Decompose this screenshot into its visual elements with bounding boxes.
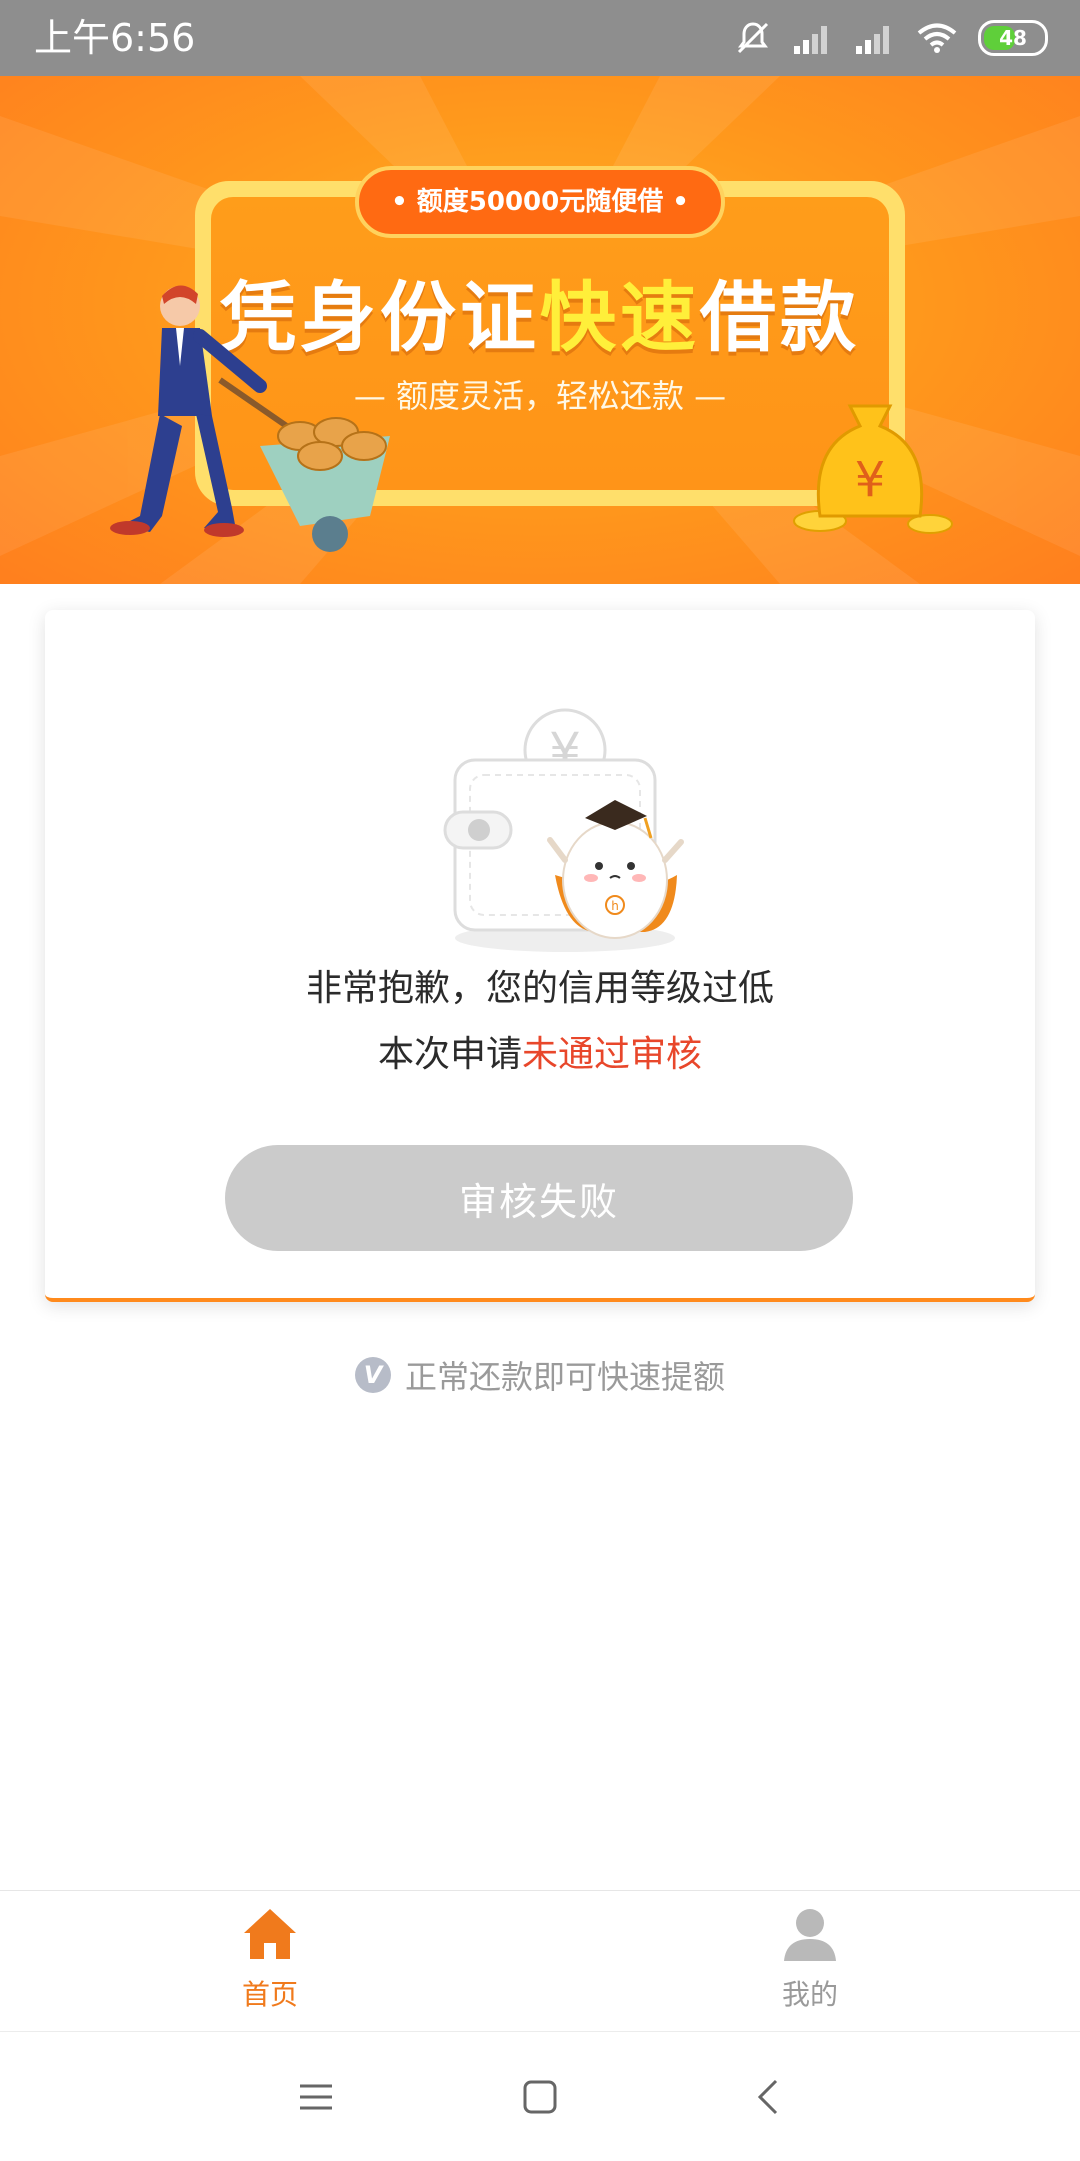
wallet-mascot-illustration: ¥ h	[443, 708, 684, 952]
svg-text:¥: ¥	[855, 452, 886, 508]
menu-icon[interactable]	[286, 2072, 346, 2122]
result-message-prefix: 本次申请	[377, 1034, 522, 1075]
battery-icon: 48	[978, 20, 1048, 56]
result-message-line2: 本次申请未通过审核	[45, 1028, 1035, 1082]
nav-item-mine[interactable]: 我的	[710, 1905, 910, 2013]
system-nav-bar	[0, 2031, 1080, 2161]
mute-icon	[737, 22, 769, 54]
back-icon[interactable]	[738, 2072, 798, 2122]
wifi-icon	[917, 23, 957, 53]
credit-tip-text: 正常还款即可快速提额	[404, 1358, 725, 1396]
result-card: ¥ h 非常抱歉，您的信用等级过低 本次申请未通过审核 审核失败	[45, 610, 1035, 1302]
banner-pill: • 额度50000元随便借 •	[355, 166, 725, 238]
man-wheelbarrow-illustration	[110, 285, 390, 552]
home-icon	[244, 1909, 296, 1959]
promo-banner[interactable]: • 额度50000元随便借 • 凭身份证快速借款 — 额度灵活，轻松还款 — ¥	[0, 76, 1080, 584]
status-time: 上午6:56	[34, 16, 196, 60]
credit-tip: V 正常还款即可快速提额	[0, 1350, 1080, 1400]
review-failed-button[interactable]: 审核失败	[225, 1145, 853, 1251]
user-icon	[784, 1909, 836, 1961]
home-square-icon[interactable]	[510, 2072, 570, 2122]
nav-label-mine: 我的	[781, 1978, 838, 2011]
status-bar: 上午6:56 48	[0, 0, 1080, 76]
signal-icon	[794, 26, 827, 54]
result-message-line1: 非常抱歉，您的信用等级过低	[305, 968, 774, 1009]
svg-text:h: h	[611, 899, 619, 913]
signal-icon	[856, 26, 889, 54]
money-bag-illustration: ¥	[793, 404, 953, 534]
status-icons: 48	[734, 14, 1048, 62]
nav-item-home[interactable]: 首页	[170, 1905, 370, 2013]
result-message-status: 未通过审核	[522, 1034, 703, 1075]
nav-label-home: 首页	[241, 1978, 298, 2011]
battery-level: 48	[999, 26, 1027, 50]
v-badge-icon: V	[354, 1357, 391, 1393]
bottom-nav: 首页 我的	[0, 1890, 1080, 2031]
